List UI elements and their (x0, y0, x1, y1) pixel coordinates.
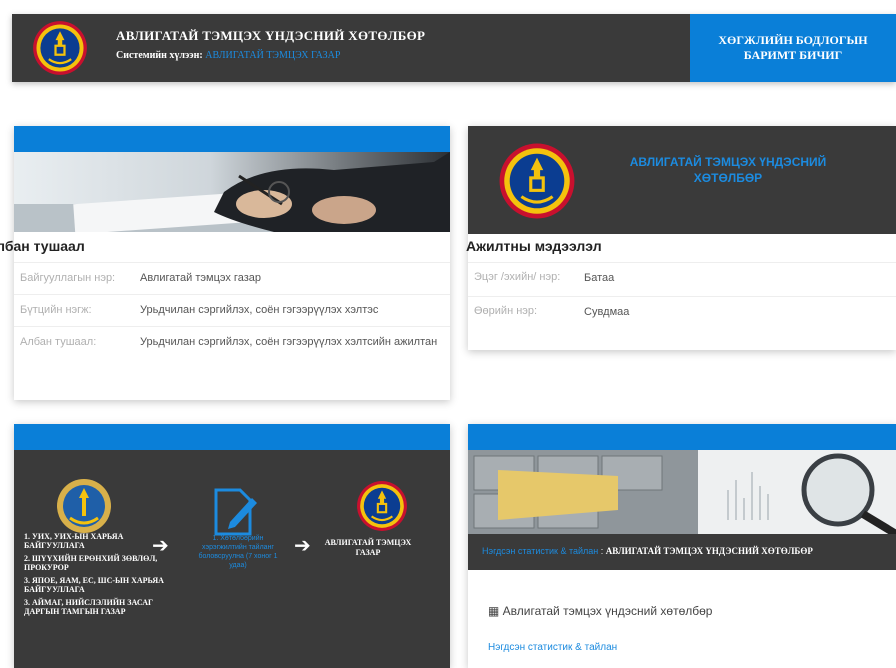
report-step-text: 1. Хөтөлбөрийн хэрэгжилтийн тайланг боло… (198, 535, 278, 569)
system-subtitle-link[interactable]: АВЛИГАТАЙ ТЭМЦЭХ ГАЗАР (205, 50, 340, 61)
row-value: Урьдчилан сэргийлэх, соён гэгээрүүлэх хэ… (140, 304, 379, 316)
policy-documents-button[interactable]: ХӨГЖЛИЙН БОДЛОГЫН БАРИМТ БИЧИГ (690, 14, 896, 82)
row-value: Сувдмаа (584, 306, 630, 318)
breadcrumb-link[interactable]: Нэгдсэн статистик & тайлан (482, 546, 598, 556)
table-row: Албан тушаал: Урьдчилан сэргийлэх, соён … (14, 326, 450, 358)
row-value: Батаа (584, 272, 615, 284)
row-key: Албан тушаал: (20, 336, 97, 348)
row-value: Авлигатай тэмцэх газар (140, 272, 261, 284)
site-title: АВЛИГАТАЙ ТЭМЦЭХ ҮНДЭСНИЙ ХӨТӨЛБӨР (116, 28, 426, 43)
program-heading: ▦ Авлигатай тэмцэх үндэсний хөтөлбөр (488, 604, 712, 618)
card-header-bar (14, 424, 450, 450)
office-photo (14, 152, 450, 232)
employee-info-table: Эцэг /эхийн/ нэр: Батаа Өөрийн нэр: Сувд… (468, 262, 896, 330)
state-emblem-icon (57, 479, 111, 533)
row-key: Бүтцийн нэгж: (20, 304, 92, 316)
card-header-bar (14, 126, 450, 152)
table-row: Өөрийн нэр: Сувдмаа (468, 296, 896, 330)
emblem-icon (356, 480, 408, 532)
row-value: Урьдчилан сэргийлэх, соён гэгээрүүлэх хэ… (140, 336, 438, 348)
office-section-title: Албан тушаал (0, 238, 85, 254)
page: АВЛИГАТАЙ ТЭМЦЭХ ҮНДЭСНИЙ ХӨТӨЛБӨР Систе… (0, 0, 896, 668)
site-header: АВЛИГАТАЙ ТЭМЦЭХ ҮНДЭСНИЙ ХӨТӨЛБӨР Систе… (12, 14, 896, 82)
emblem-icon (498, 142, 576, 220)
emblem-logo-icon[interactable] (32, 20, 88, 76)
breadcrumb-separator: : (600, 546, 604, 556)
table-row: Эцэг /эхийн/ нэр: Батаа (468, 262, 896, 296)
statistics-report-link[interactable]: Нэгдсэн статистик & тайлан (488, 642, 617, 653)
breadcrumb: Нэгдсэн статистик & тайлан : АВЛИГАТАЙ Т… (468, 534, 896, 570)
program-heading-text: Авлигатай тэмцэх үндэсний хөтөлбөр (502, 604, 713, 618)
list-item: 3. АЙМАГ, НИЙСЛЭЛИЙН ЗАСАГ ДАРГЫН ТАМГЫН… (24, 598, 154, 616)
grid-icon: ▦ (488, 604, 503, 618)
office-info-table: Байгууллагын нэр: Авлигатай тэмцэх газар… (14, 262, 450, 358)
employee-section-title: Ажилтны мэдээлэл (466, 238, 602, 254)
row-key: Байгууллагын нэр: (20, 272, 116, 284)
system-subtitle-label: Системийн хүлээн: (116, 50, 203, 61)
organization-name: АВЛИГАТАЙ ТЭМЦЭХ ҮНДЭСНИЙ ХӨТӨЛБӨР (629, 155, 827, 185)
employee-card-banner: АВЛИГАТАЙ ТЭМЦЭХ ҮНДЭСНИЙ ХӨТӨЛБӨР (468, 126, 896, 234)
row-key: Өөрийн нэр: (474, 305, 538, 317)
list-item: 3. ЯПОЕ, ЯАМ, ЕС, ШС-ЫН ХАРЬЯА БАЙГУУЛЛА… (24, 576, 164, 594)
arrow-right-icon: ➔ (152, 535, 169, 557)
arrow-right-icon: ➔ (294, 535, 311, 557)
table-row: Бүтцийн нэгж: Урьдчилан сэргийлэх, соён … (14, 294, 450, 326)
card-header-bar (468, 424, 896, 450)
agency-name: АВЛИГАТАЙ ТЭМЦЭХ ГАЗАР (324, 538, 412, 557)
system-subtitle: Системийн хүлээн: АВЛИГАТАЙ ТЭМЦЭХ ГАЗАР (116, 50, 340, 61)
table-row: Байгууллагын нэр: Авлигатай тэмцэх газар (14, 262, 450, 294)
breadcrumb-current: АВЛИГАТАЙ ТЭМЦЭХ ҮНДЭСНИЙ ХӨТӨЛБӨР (605, 546, 813, 556)
document-edit-icon (214, 488, 257, 536)
archive-photo (468, 450, 896, 534)
row-key: Эцэг /эхийн/ нэр: (474, 271, 561, 283)
statistics-card: Нэгдсэн статистик & тайлан : АВЛИГАТАЙ Т… (468, 424, 896, 668)
